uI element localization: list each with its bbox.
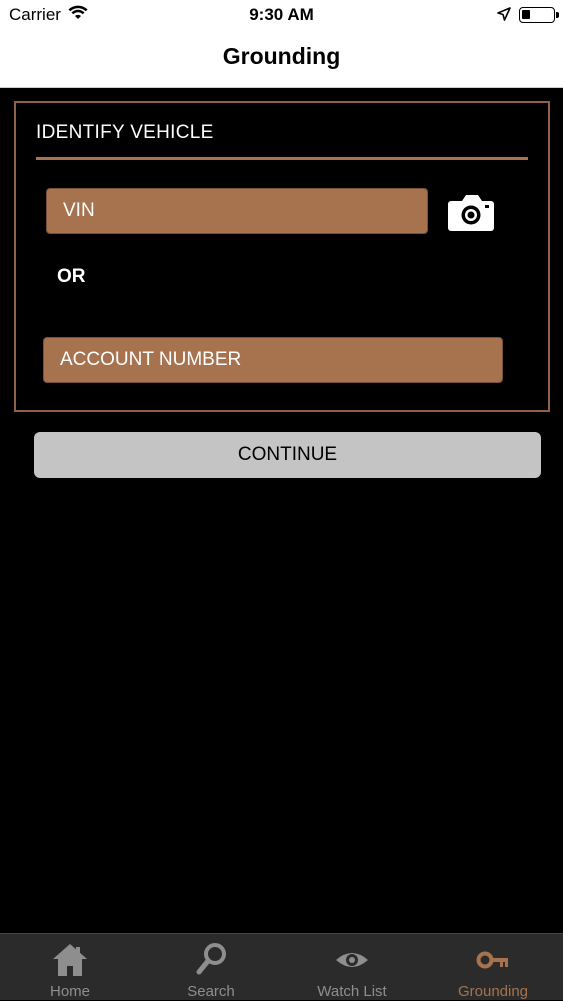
tab-watch-list[interactable]: Watch List [282,934,422,1001]
status-bar: Carrier 9:30 AM [0,0,563,30]
tab-label: Home [49,983,90,1000]
key-icon [473,941,513,979]
panel-title: IDENTIFY VEHICLE [36,122,214,143]
tab-label: Search [187,983,235,1000]
tab-label: Grounding [457,983,529,1000]
tab-grounding[interactable]: Grounding [423,934,563,1001]
or-label: OR [57,266,86,287]
eye-icon [332,941,372,979]
search-icon [191,941,231,979]
tab-search[interactable]: Search [141,934,281,1001]
navigation-bar: Grounding [0,30,563,88]
tab-home[interactable]: Home [0,934,140,1001]
camera-icon[interactable] [447,191,495,233]
status-time: 9:30 AM [249,5,314,24]
location-arrow-icon [497,6,511,26]
home-icon [50,941,90,979]
identify-vehicle-panel: IDENTIFY VEHICLE VIN OR ACCOUNT NUMBER [14,101,550,412]
tab-bar: Home Search Watch List Grounding [0,933,563,1000]
continue-button[interactable]: CONTINUE [34,432,541,478]
tab-label: Watch List [317,983,387,1000]
vin-input[interactable]: VIN [46,188,428,234]
page-title: Grounding [222,43,341,69]
battery-icon [519,7,559,23]
account-number-input[interactable]: ACCOUNT NUMBER [43,337,503,383]
panel-divider [36,157,528,160]
